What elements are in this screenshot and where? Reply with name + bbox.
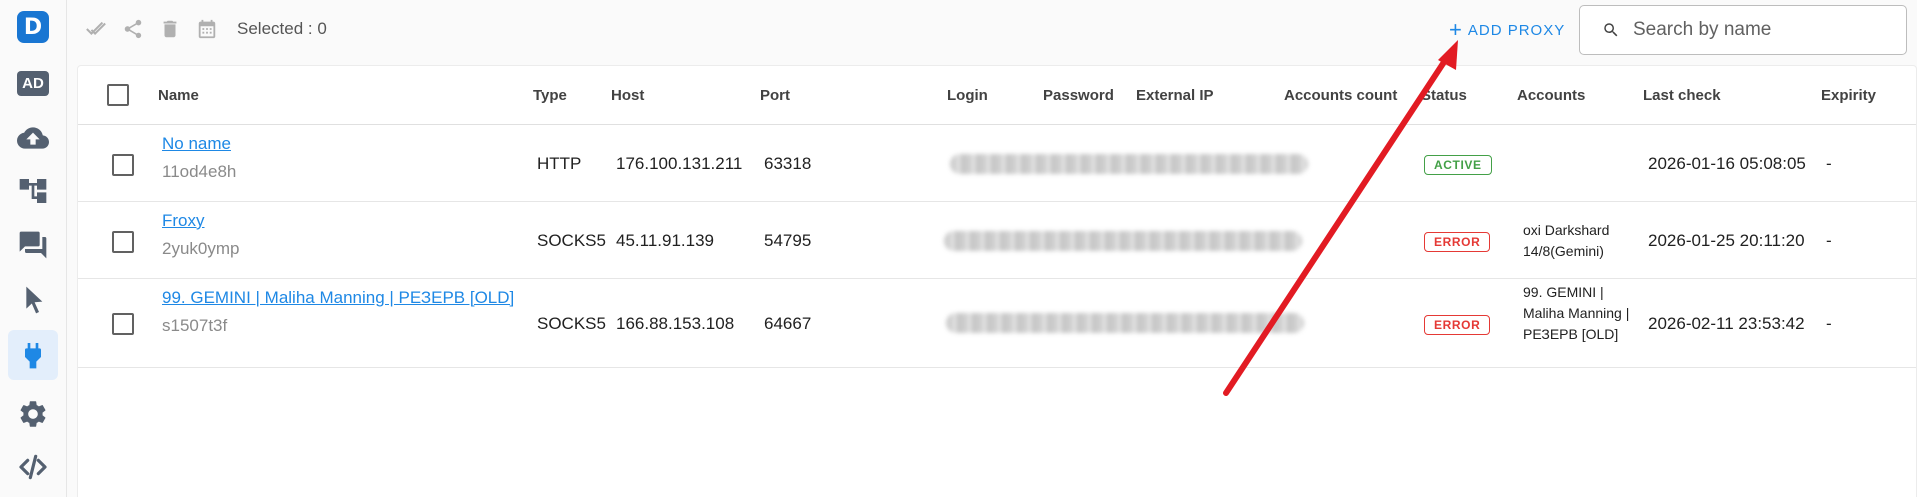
last-check: 2026-02-11 23:53:42	[1648, 314, 1805, 333]
proxy-type: HTTP	[537, 154, 582, 173]
linked-accounts: oxi Darkshard 14/8(Gemini)	[1523, 222, 1610, 259]
proxy-id: 11od4e8h	[162, 162, 237, 181]
column-header-status[interactable]: Status	[1421, 87, 1467, 104]
proxy-host: 45.11.91.139	[616, 231, 714, 250]
expirity: -	[1826, 231, 1832, 250]
column-header-last-check[interactable]: Last check	[1643, 87, 1721, 104]
table-row[interactable]: Froxy 2yuk0ymp SOCKS5 45.11.91.139 54795…	[78, 203, 1916, 279]
calendar-icon	[198, 19, 216, 39]
status-badge: ERROR	[1424, 232, 1491, 252]
proxy-name-link[interactable]: Froxy	[162, 211, 205, 231]
proxy-port: 64667	[764, 314, 812, 333]
redacted-credentials	[950, 154, 1308, 174]
sidebar: D AD	[0, 0, 67, 497]
status-badge: ACTIVE	[1424, 155, 1492, 175]
sidebar-item-developer[interactable]	[8, 442, 58, 492]
selected-count: Selected : 0	[237, 19, 327, 38]
column-header-accounts-count[interactable]: Accounts count	[1284, 87, 1397, 104]
proxy-name-link[interactable]: 99. GEMINI | Maliha Manning | РЕЗЕРВ [OL…	[162, 288, 514, 308]
cloud-upload-icon	[17, 127, 49, 149]
app-logo[interactable]: D	[8, 2, 58, 52]
add-proxy-label: ADD PROXY	[1467, 21, 1566, 39]
expirity: -	[1826, 314, 1832, 333]
proxy-id: s1507t3f	[162, 316, 228, 335]
sidebar-item-tree[interactable]	[8, 166, 58, 216]
search-icon	[1604, 23, 1618, 37]
linked-accounts: 99. GEMINI | Maliha Manning | РЕЗЕРВ [OL…	[1523, 284, 1630, 342]
sidebar-item-proxies[interactable]	[8, 330, 58, 380]
plus-icon: +	[1449, 17, 1463, 42]
sidebar-item-chat[interactable]	[8, 220, 58, 270]
app-window: D AD Selected: 0 + ADD PROXY Search by …	[0, 0, 1917, 497]
expirity: -	[1826, 154, 1832, 173]
table-header: Name Type Host Port Login Password Exter…	[78, 66, 1916, 125]
double-check-icon	[86, 21, 106, 36]
gear-icon	[20, 401, 46, 427]
last-check: 2026-01-16 05:08:05	[1648, 154, 1806, 173]
column-header-name[interactable]: Name	[158, 87, 199, 104]
proxy-table: Name Type Host Port Login Password Exter…	[77, 65, 1917, 497]
column-header-port[interactable]: Port	[760, 87, 790, 104]
column-header-external-ip[interactable]: External IP	[1136, 87, 1214, 104]
column-header-host[interactable]: Host	[611, 87, 644, 104]
proxy-port: 63318	[764, 154, 812, 173]
table-row[interactable]: No name 11od4e8h HTTP 176.100.131.211 63…	[78, 126, 1916, 202]
add-proxy-button[interactable]: + ADD PROXY	[1449, 17, 1565, 43]
search-input[interactable]	[1633, 19, 1893, 41]
chat-icon	[19, 231, 47, 259]
calendar-button[interactable]	[196, 18, 218, 40]
proxy-name-link[interactable]: No name	[162, 134, 231, 154]
sidebar-item-cursor[interactable]	[8, 275, 58, 325]
column-header-login[interactable]: Login	[947, 87, 988, 104]
code-icon	[19, 454, 47, 480]
proxy-port: 54795	[764, 231, 812, 250]
logo-icon: D	[17, 11, 49, 43]
last-check: 2026-01-25 20:11:20	[1648, 231, 1805, 250]
share-icon	[124, 19, 142, 39]
redacted-credentials	[946, 313, 1304, 333]
row-checkbox[interactable]	[112, 313, 134, 335]
redacted-credentials	[944, 231, 1302, 251]
row-checkbox[interactable]	[112, 231, 134, 253]
status-badge: ERROR	[1424, 315, 1491, 335]
proxy-host: 166.88.153.108	[616, 314, 735, 333]
trash-icon	[163, 20, 177, 38]
select-all-checkbox[interactable]	[107, 84, 129, 106]
sidebar-item-upload[interactable]	[8, 113, 58, 163]
row-checkbox[interactable]	[112, 154, 134, 176]
cursor-icon	[26, 286, 43, 314]
sidebar-item-settings[interactable]	[8, 389, 58, 439]
table-row[interactable]: 99. GEMINI | Maliha Manning | РЕЗЕРВ [OL…	[78, 280, 1916, 368]
toolbar: Selected : 0 + ADD PROXY	[67, 0, 1917, 60]
column-header-password[interactable]: Password	[1043, 87, 1114, 104]
column-header-expirity[interactable]: Expirity	[1821, 87, 1876, 104]
sidebar-item-ad[interactable]: AD	[8, 58, 58, 108]
select-all-button[interactable]	[85, 18, 107, 40]
ad-icon: AD	[17, 70, 49, 96]
column-header-accounts[interactable]: Accounts	[1517, 87, 1585, 104]
delete-button[interactable]	[159, 18, 181, 40]
plug-icon	[25, 343, 41, 369]
search-field[interactable]	[1579, 5, 1907, 55]
hierarchy-icon	[19, 179, 47, 203]
proxy-type: SOCKS5	[537, 231, 606, 250]
column-header-type[interactable]: Type	[533, 87, 567, 104]
share-button[interactable]	[122, 18, 144, 40]
proxy-host: 176.100.131.211	[616, 154, 743, 173]
proxy-id: 2yuk0ymp	[162, 239, 240, 258]
proxy-type: SOCKS5	[537, 314, 606, 333]
